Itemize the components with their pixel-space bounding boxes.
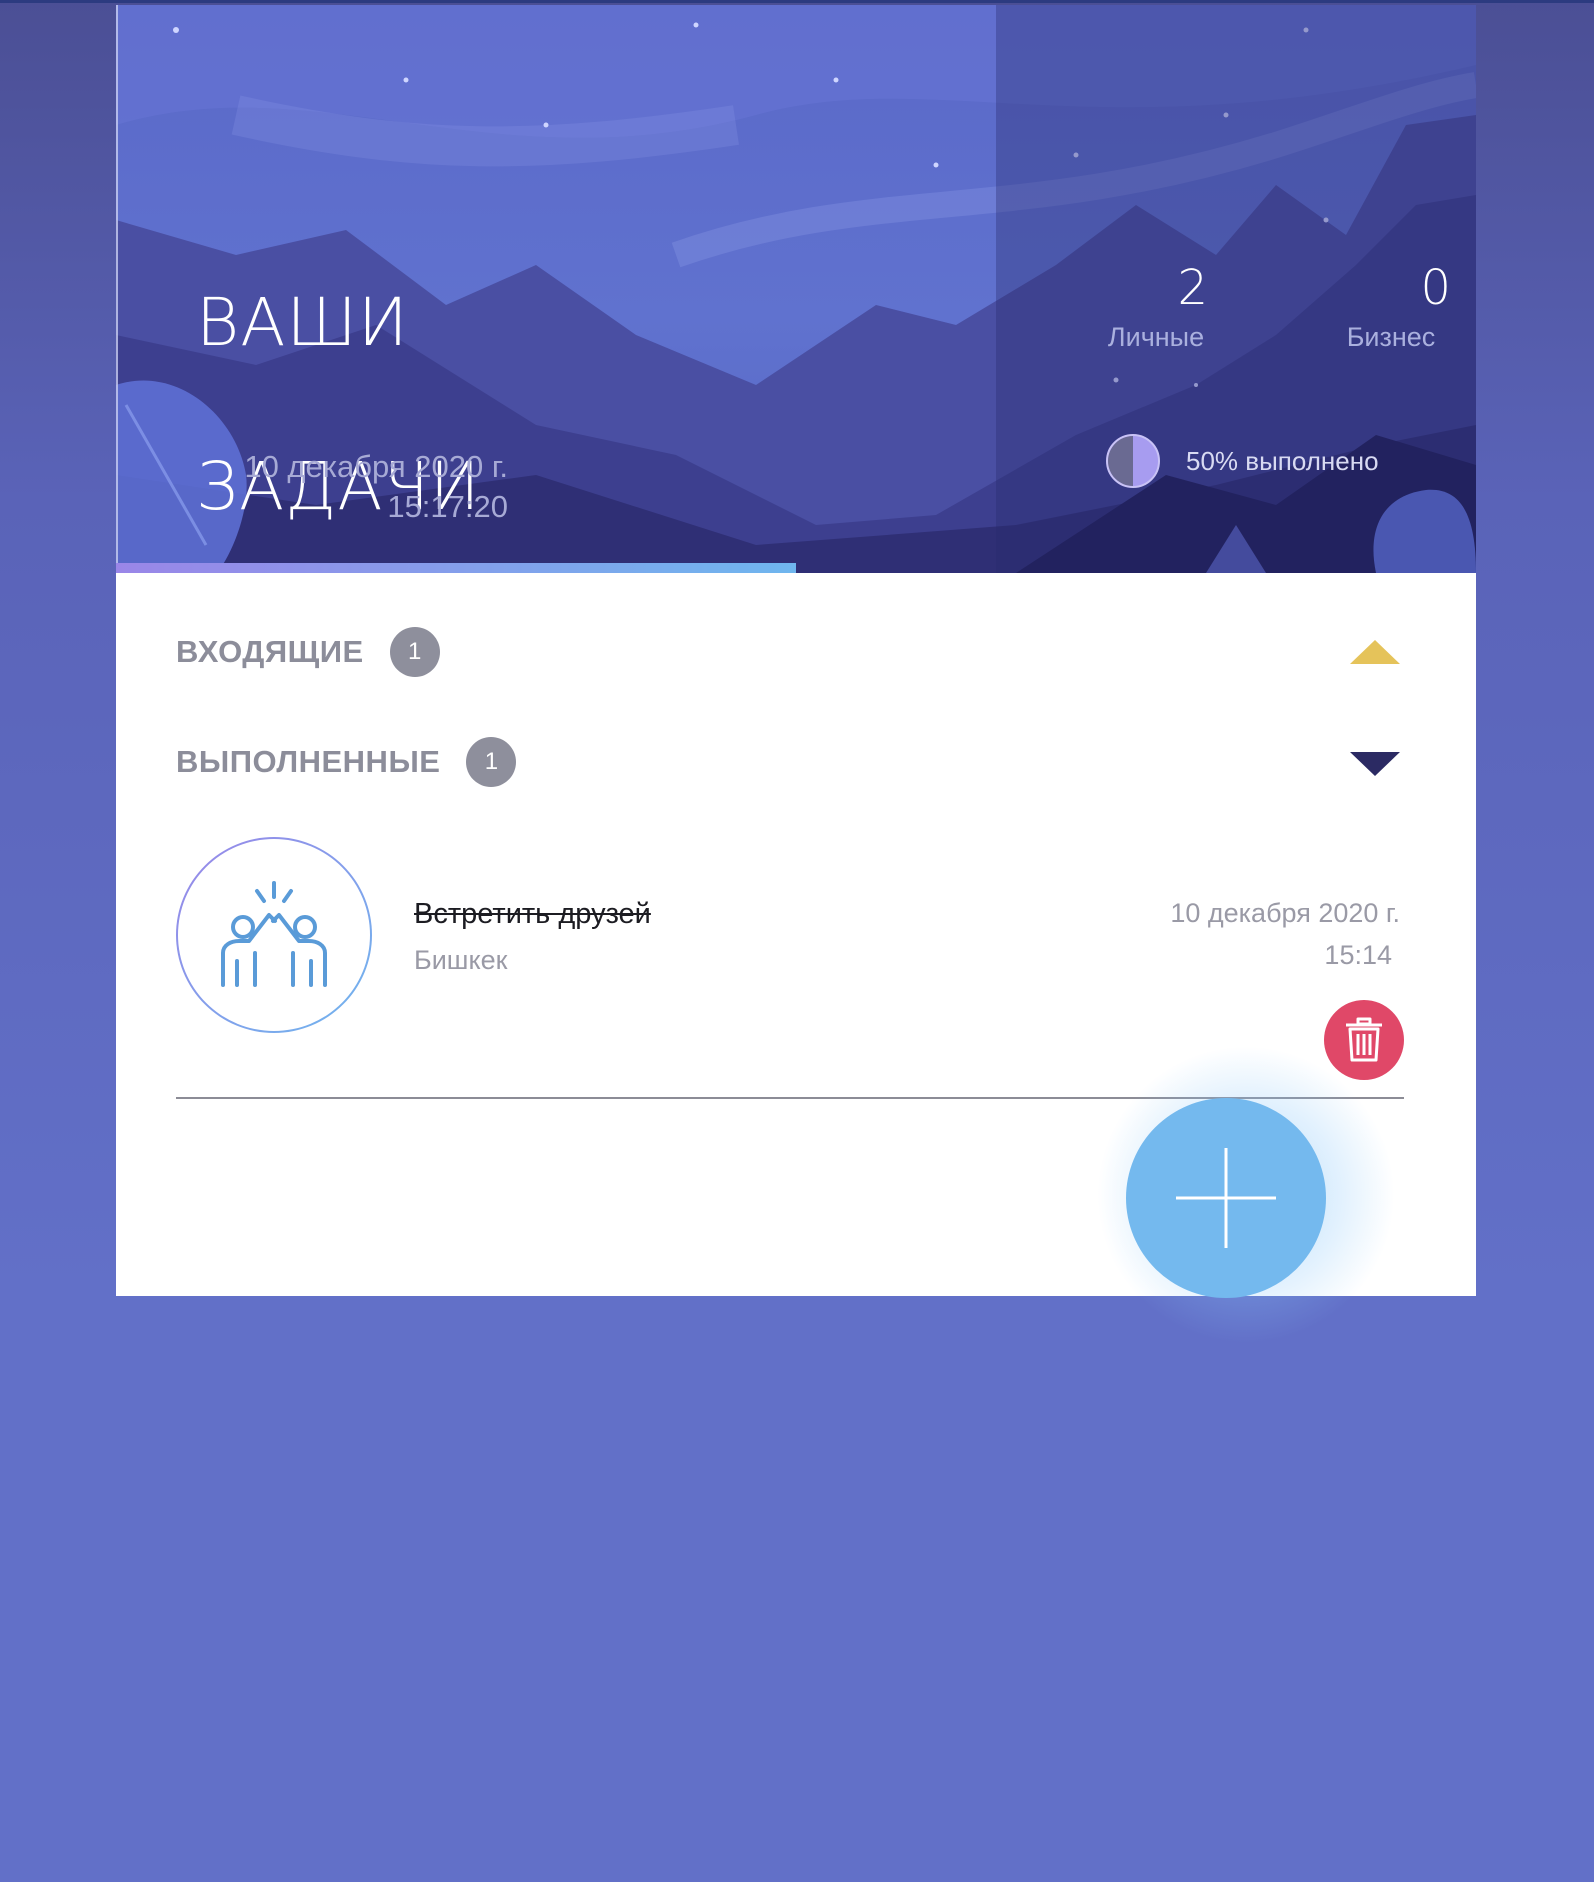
add-task-button[interactable] [1126, 1098, 1326, 1298]
top-border [0, 0, 1594, 3]
progress-bar [116, 563, 796, 573]
section-completed-label: ВЫПОЛНЕННЫЕ [176, 744, 441, 779]
inbox-count-badge: 1 [389, 627, 440, 677]
section-inbox-label: ВХОДЯЩИЕ [176, 634, 364, 669]
completed-count-badge: 1 [466, 737, 517, 787]
completion-text: 50% выполнено [1186, 445, 1379, 476]
half-circle-progress-icon [1106, 434, 1160, 488]
page-title-line1: ВАШИ [196, 284, 409, 361]
header-left-edge [116, 5, 118, 573]
plus-icon [1176, 1148, 1276, 1248]
current-date: 10 декабря 2020 г. [244, 449, 508, 484]
stat-personal-value: 2 [1177, 260, 1208, 316]
task-time: 15:14 [1324, 940, 1392, 970]
stat-personal-label: Личные [1107, 322, 1205, 352]
task-title: Встретить друзей [414, 898, 651, 930]
current-time: 15:17:20 [387, 489, 508, 524]
tasks-card: ВАШИ ЗАДАЧИ 10 декабря 2020 г. 15:17:20 … [116, 5, 1476, 1345]
stat-business-value: 0 [1420, 260, 1451, 316]
task-icon-circle [176, 837, 372, 1033]
stat-business-label: Бизнес [1346, 322, 1436, 352]
task-location: Бишкек [414, 945, 508, 975]
stat-business: 0 Бизнес [1311, 260, 1471, 353]
task-date: 10 декабря 2020 г. [1170, 898, 1400, 928]
friends-high-five-icon [221, 881, 327, 987]
section-inbox[interactable]: ВХОДЯЩИЕ 1 [176, 622, 1416, 682]
section-completed[interactable]: ВЫПОЛНЕННЫЕ 1 [176, 732, 1416, 792]
collapse-arrow-up-icon[interactable] [1350, 640, 1400, 664]
trash-icon [1346, 1017, 1382, 1062]
completion-indicator: 50% выполнено [1106, 433, 1379, 489]
delete-task-button[interactable] [1324, 1000, 1404, 1080]
current-datetime: 10 декабря 2020 г. 15:17:20 [176, 447, 508, 527]
header-banner: ВАШИ ЗАДАЧИ 10 декабря 2020 г. 15:17:20 … [116, 5, 1476, 573]
expand-arrow-down-icon[interactable] [1350, 752, 1400, 776]
stat-personal: 2 Личные [1076, 260, 1236, 353]
